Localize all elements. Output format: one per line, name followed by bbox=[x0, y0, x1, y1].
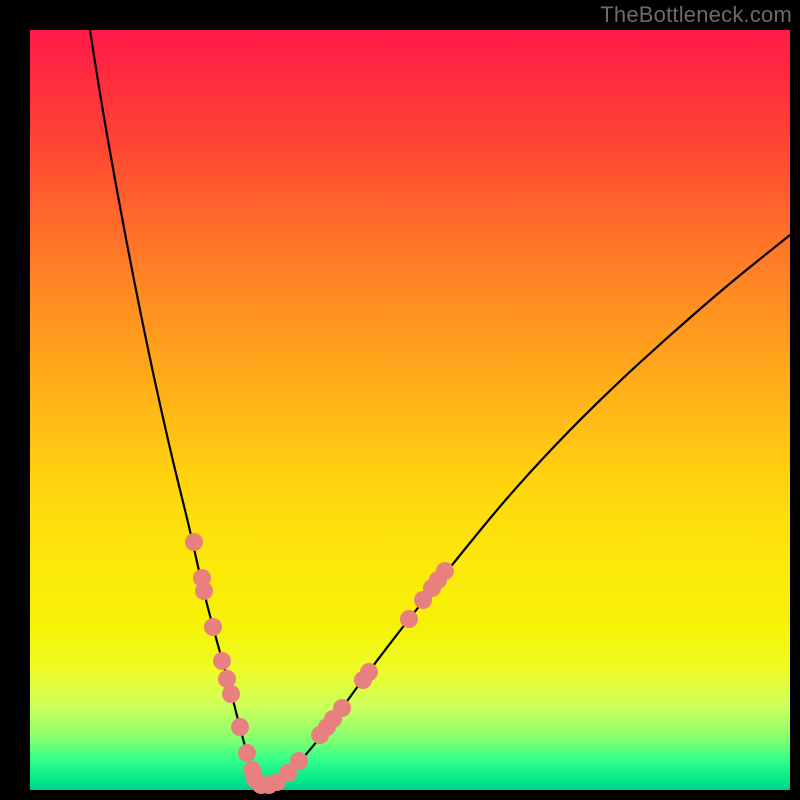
highlight-dot bbox=[360, 663, 378, 681]
highlight-dot bbox=[213, 652, 231, 670]
highlight-dot bbox=[185, 533, 203, 551]
bottleneck-curve bbox=[90, 30, 790, 785]
highlight-dot bbox=[195, 582, 213, 600]
watermark-text: TheBottleneck.com bbox=[600, 2, 792, 28]
highlight-dot bbox=[222, 685, 240, 703]
highlight-dot bbox=[204, 618, 222, 636]
highlight-dot bbox=[333, 699, 351, 717]
highlight-dot bbox=[290, 752, 308, 770]
highlight-dot bbox=[436, 562, 454, 580]
highlight-dot bbox=[400, 610, 418, 628]
highlight-dot bbox=[231, 718, 249, 736]
plot-area bbox=[30, 30, 790, 790]
highlight-dot bbox=[238, 744, 256, 762]
highlight-dots bbox=[185, 533, 454, 794]
bottleneck-curve-svg bbox=[30, 30, 790, 790]
chart-frame: TheBottleneck.com bbox=[0, 0, 800, 800]
